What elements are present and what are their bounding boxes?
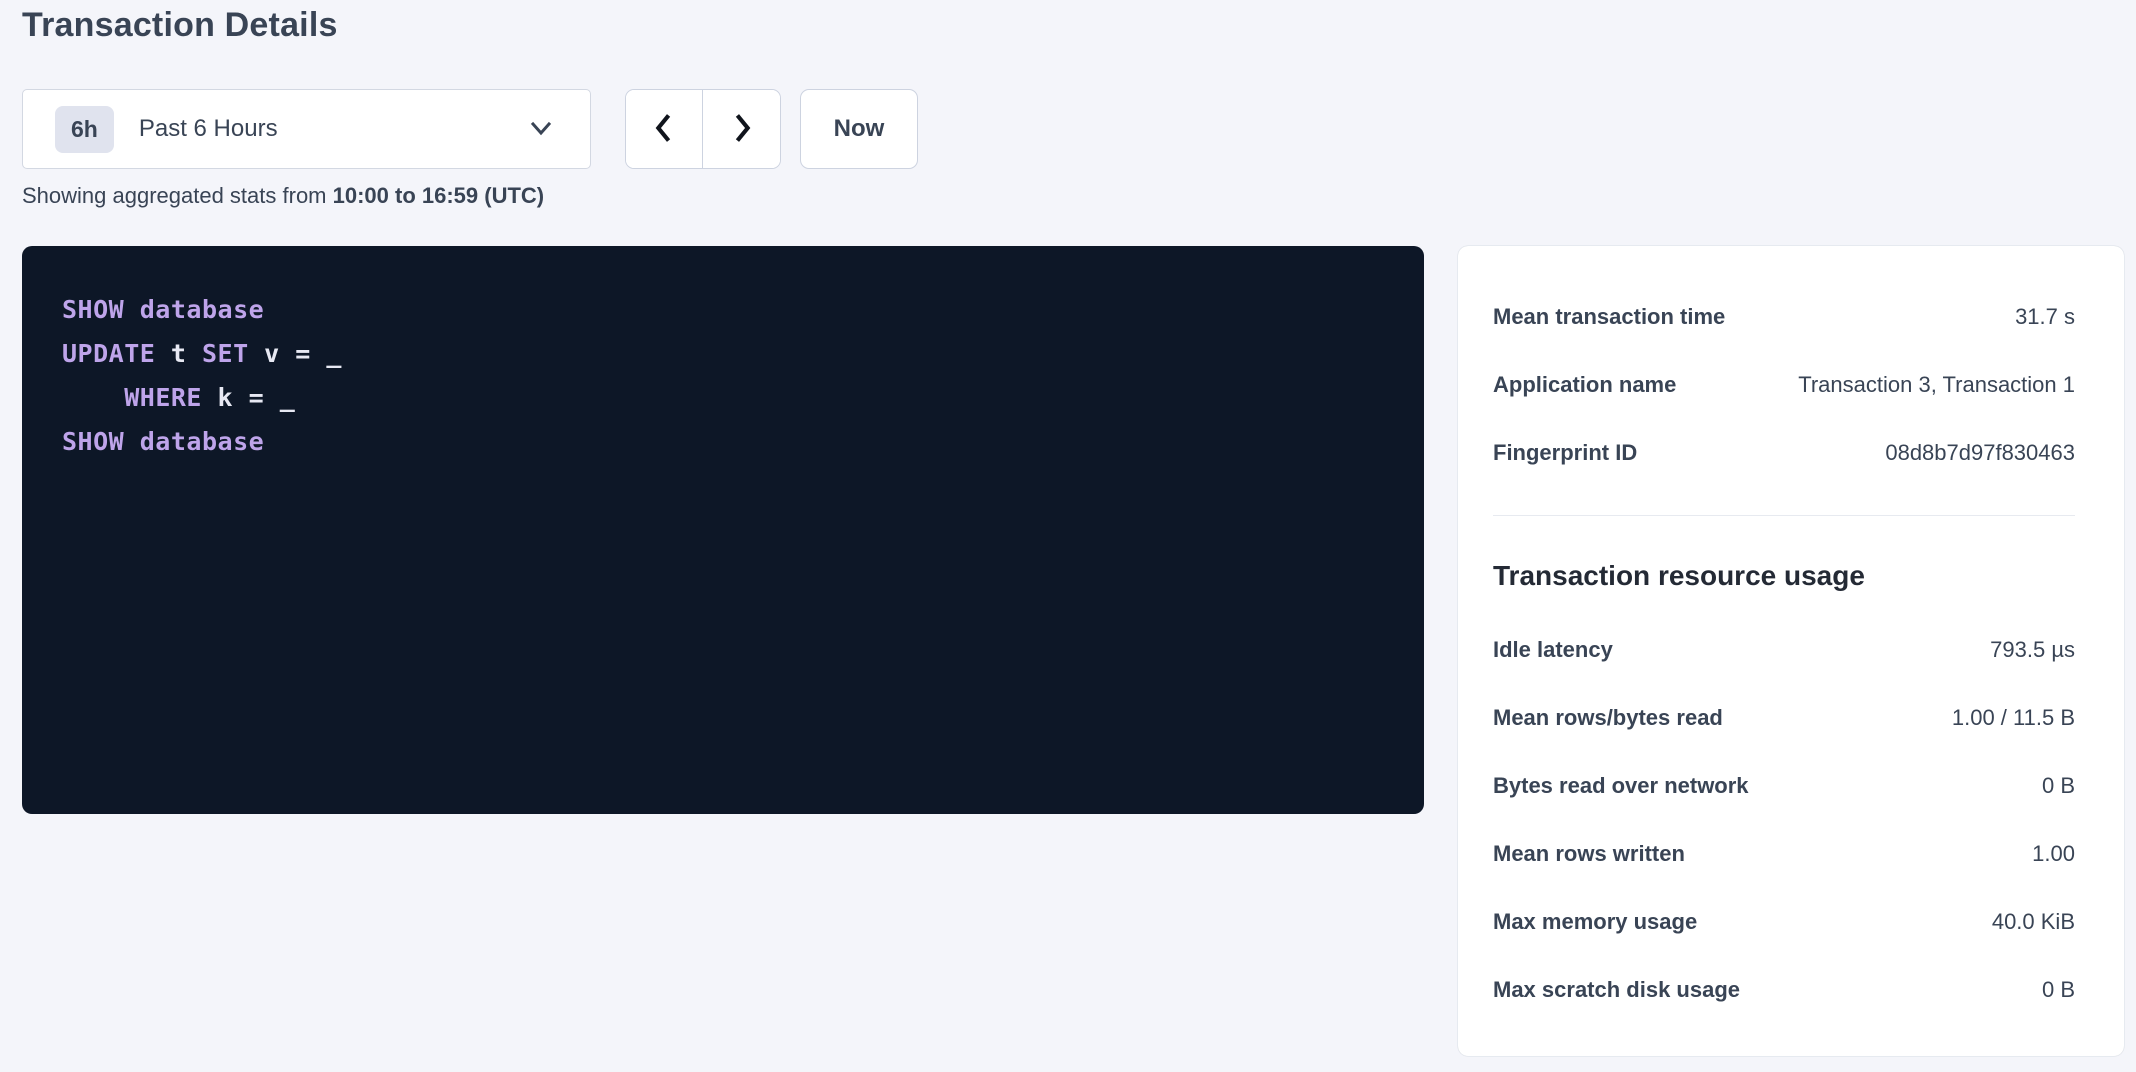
sql-keyword-token: WHERE [124,383,202,412]
summary-row-value: 08d8b7d97f830463 [1885,440,2075,466]
resource-usage-rows: Idle latency 793.5 µs Mean rows/bytes read… [1493,616,2075,1024]
aggregation-interval-text: Showing aggregated stats from 10:00 to 1… [22,181,544,211]
sql-line: SHOW database [62,420,1394,464]
sql-text-token: v = _ [249,339,342,368]
sql-keyword-token: SHOW database [62,295,264,324]
summary-row: Bytes read over network 0 B [1493,752,2075,820]
time-step-button-group [625,89,781,169]
sql-text-token [62,383,124,412]
summary-row: Application name Transaction 3, Transacti… [1493,351,2075,419]
transaction-summary-card: Mean transaction time 31.7 s Application n… [1458,246,2124,1056]
summary-row: Fingerprint ID 08d8b7d97f830463 [1493,419,2075,487]
chevron-right-icon [728,112,756,147]
summary-row-label: Mean transaction time [1493,304,1725,330]
summary-row-value: 793.5 µs [1990,637,2075,663]
summary-row-label: Bytes read over network [1493,773,1749,799]
summary-row-label: Max scratch disk usage [1493,977,1740,1003]
sql-keyword-token: SET [202,339,249,368]
summary-row-label: Mean rows/bytes read [1493,705,1723,731]
summary-row-label: Max memory usage [1493,909,1697,935]
transaction-sql-statement-box: SHOW database UPDATE t SET v = _ WHERE k … [22,246,1424,814]
time-range-badge: 6h [55,106,114,153]
resource-usage-section-title: Transaction resource usage [1493,558,2075,594]
summary-row: Max memory usage 40.0 KiB [1493,888,2075,956]
sql-keyword-token: UPDATE [62,339,155,368]
summary-row-value: Transaction 3, Transaction 1 [1798,372,2075,398]
summary-top-rows: Mean transaction time 31.7 s Application n… [1493,283,2075,487]
summary-row: Mean transaction time 31.7 s [1493,283,2075,351]
summary-row: Mean rows/bytes read 1.00 / 11.5 B [1493,684,2075,752]
summary-row-label: Application name [1493,372,1676,398]
summary-row-value: 0 B [2042,773,2075,799]
summary-row-value: 40.0 KiB [1992,909,2075,935]
summary-row-value: 0 B [2042,977,2075,1003]
sql-text-token: t [155,339,202,368]
next-time-range-button[interactable] [703,90,780,168]
time-range-dropdown[interactable]: 6h Past 6 Hours [22,89,591,169]
summary-row-value: 1.00 [2032,841,2075,867]
sql-line: WHERE k = _ [62,376,1394,420]
time-picker-controls: 6h Past 6 Hours Now [22,89,918,169]
chevron-down-icon [530,121,552,137]
sql-line: UPDATE t SET v = _ [62,332,1394,376]
sql-keyword-token: SHOW database [62,427,264,456]
card-divider [1493,515,2075,516]
previous-time-range-button[interactable] [626,90,703,168]
page-title: Transaction Details [22,6,338,45]
time-range-label: Past 6 Hours [139,115,278,143]
sql-line: SHOW database [62,288,1394,332]
summary-row: Mean rows written 1.00 [1493,820,2075,888]
summary-row: Max scratch disk usage 0 B [1493,956,2075,1024]
now-button[interactable]: Now [800,89,918,169]
summary-row-label: Idle latency [1493,637,1613,663]
aggregation-interval-prefix: Showing aggregated stats from [22,183,333,208]
sql-text-token: k = _ [202,383,295,412]
summary-row-label: Fingerprint ID [1493,440,1637,466]
summary-row-value: 1.00 / 11.5 B [1952,705,2075,731]
summary-row: Idle latency 793.5 µs [1493,616,2075,684]
summary-row-value: 31.7 s [2015,304,2075,330]
aggregation-interval-range: 10:00 to 16:59 (UTC) [333,183,545,208]
summary-row-label: Mean rows written [1493,841,1685,867]
chevron-left-icon [650,112,678,147]
